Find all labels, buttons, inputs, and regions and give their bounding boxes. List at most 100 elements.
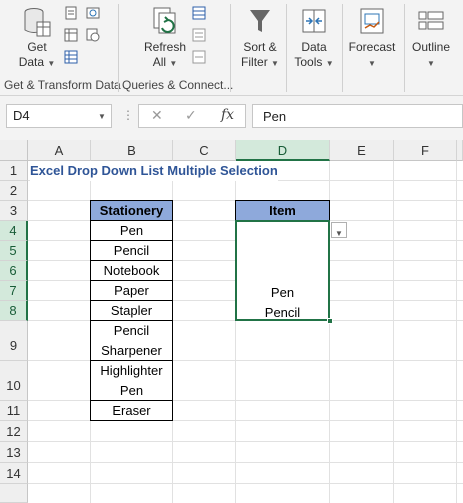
edit-links-icon[interactable]	[192, 50, 206, 64]
refresh-all-button[interactable]: Refresh All ▼	[140, 6, 190, 71]
column-header-d[interactable]: D	[236, 140, 330, 161]
chevron-down-icon: ▼	[47, 59, 56, 68]
row-header-13[interactable]: 13	[0, 442, 28, 463]
refresh-icon	[153, 7, 176, 34]
properties-icon[interactable]	[192, 28, 206, 42]
name-box[interactable]: D4	[6, 104, 112, 128]
row-header-15[interactable]	[0, 484, 28, 503]
sort-filter-button[interactable]: Sort & Filter ▼	[236, 6, 284, 71]
get-data-label: Get	[27, 40, 47, 54]
get-data-label2: Data	[18, 55, 45, 69]
from-web-icon[interactable]	[86, 6, 100, 20]
chevron-down-icon: ▼	[271, 59, 279, 68]
row-header-7[interactable]: 7	[0, 281, 28, 301]
chevron-down-icon[interactable]: ▼	[98, 112, 106, 121]
group-label-get-transform: Get & Transform Data	[4, 78, 121, 92]
database-icon	[24, 8, 51, 37]
row-header-14[interactable]: 14	[0, 463, 28, 484]
group-label-queries: Queries & Connect...	[122, 78, 234, 92]
ribbon-separator	[342, 4, 343, 92]
item-dropdown-cell[interactable]: Pen Pencil	[235, 220, 330, 321]
gridline	[28, 483, 463, 484]
row-header-11[interactable]: 11	[0, 401, 28, 421]
ribbon: Get Data ▼ Get & Transform Data Refresh …	[0, 0, 463, 96]
data-tools-button[interactable]: Data Tools ▼	[290, 6, 338, 71]
row-header-6[interactable]: 6	[0, 261, 28, 281]
insert-function-icon[interactable]: fx	[221, 107, 234, 123]
data-tools-label: Data	[301, 40, 327, 54]
sheet-title[interactable]: Excel Drop Down List Multiple Selection	[30, 161, 278, 181]
fill-handle[interactable]	[327, 318, 333, 324]
column-header-e[interactable]: E	[330, 140, 394, 161]
row-header-8[interactable]: 8	[0, 301, 28, 321]
spreadsheet-grid: A B C D E F 1 2 3 4 5 6 7 8 9 10 11 12 1…	[0, 140, 463, 503]
stationery-cell[interactable]: Highlighter Pen	[90, 360, 173, 401]
from-text-icon[interactable]	[64, 6, 78, 20]
stationery-cell[interactable]: Paper	[90, 280, 173, 301]
from-table-icon[interactable]	[64, 28, 78, 42]
refresh-label: Refresh	[143, 40, 187, 54]
gridline	[393, 161, 394, 503]
item-value: Pencil	[264, 305, 301, 320]
get-data-button[interactable]: Get Data ▼	[14, 6, 60, 71]
forecast-label: Forecast	[348, 40, 396, 54]
stationery-cell[interactable]: Eraser	[90, 400, 173, 421]
funnel-icon	[250, 10, 270, 32]
ribbon-separator	[230, 4, 231, 92]
data-tools-label2: Tools	[294, 55, 323, 69]
stationery-cell[interactable]: Pencil Sharpener	[90, 320, 173, 361]
cancel-icon[interactable]: ✕	[151, 107, 163, 124]
refresh-label2: All	[152, 55, 167, 69]
ribbon-separator	[118, 4, 119, 92]
stationery-cell-line: Highlighter	[100, 363, 163, 378]
column-header-a[interactable]: A	[28, 140, 91, 161]
select-all-corner[interactable]	[0, 140, 28, 161]
chevron-down-icon: ▼	[427, 59, 435, 68]
chevron-down-icon: ▼	[335, 229, 343, 238]
stationery-cell[interactable]: Notebook	[90, 260, 173, 281]
stationery-cell[interactable]: Pencil	[90, 240, 173, 261]
formula-bar: D4 ▼ ⋮ ✕ ✓ fx Pen	[0, 96, 463, 140]
column-header-c[interactable]: C	[173, 140, 236, 161]
outline-button[interactable]: Outline ▼	[408, 6, 454, 71]
row-header-2[interactable]: 2	[0, 181, 28, 201]
dropdown-arrow-button[interactable]: ▼	[331, 222, 347, 238]
sort-filter-label: Sort &	[243, 40, 277, 54]
forecast-button[interactable]: Forecast ▼	[346, 6, 398, 71]
gridline	[28, 441, 463, 442]
row-header-12[interactable]: 12	[0, 421, 28, 442]
chevron-down-icon: ▼	[325, 59, 334, 68]
stationery-cell-line: Sharpener	[101, 343, 162, 358]
queries-connections-icon[interactable]	[192, 6, 206, 20]
row-header-3[interactable]: 3	[0, 201, 28, 221]
chevron-down-icon: ▼	[169, 59, 178, 68]
gridline	[456, 161, 457, 503]
stationery-cell-line: Pen	[119, 383, 144, 398]
stationery-cell[interactable]: Pen	[90, 220, 173, 241]
stationery-cell[interactable]: Stapler	[90, 300, 173, 321]
row-header-4[interactable]: 4	[0, 221, 28, 241]
item-value: Pen	[270, 285, 295, 300]
column-header-f[interactable]: F	[394, 140, 457, 161]
stationery-cell-line: Pencil	[113, 323, 150, 338]
column-header-g[interactable]	[457, 140, 463, 161]
item-header[interactable]: Item	[235, 200, 330, 221]
more-icon[interactable]: ⋮	[122, 108, 134, 122]
outline-label: Outline	[411, 40, 451, 54]
recent-sources-icon[interactable]	[86, 28, 100, 42]
gridline	[28, 462, 463, 463]
ribbon-separator	[404, 4, 405, 92]
ribbon-separator	[286, 4, 287, 92]
existing-connections-icon[interactable]	[64, 50, 78, 64]
row-header-5[interactable]: 5	[0, 241, 28, 261]
column-header-b[interactable]: B	[91, 140, 173, 161]
enter-icon[interactable]: ✓	[185, 107, 197, 124]
row-header-9[interactable]: 9	[0, 321, 28, 361]
data-tools-icon	[302, 9, 326, 33]
formula-buttons: ✕ ✓ fx	[138, 104, 246, 128]
row-header-10[interactable]: 10	[0, 361, 28, 401]
formula-input[interactable]: Pen	[252, 104, 463, 128]
row-header-1[interactable]: 1	[0, 161, 28, 181]
forecast-icon	[360, 8, 384, 34]
stationery-header[interactable]: Stationery	[90, 200, 173, 221]
